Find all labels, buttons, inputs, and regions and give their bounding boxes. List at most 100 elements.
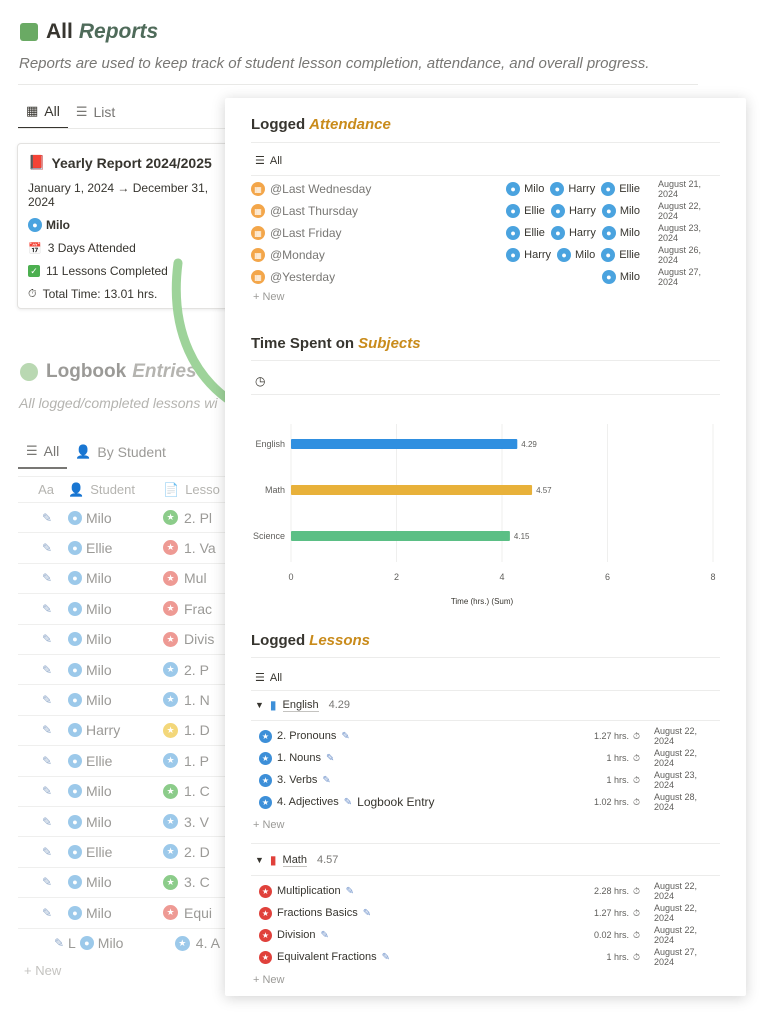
person-icon: 👤 bbox=[68, 481, 85, 497]
student-name[interactable]: Milo bbox=[524, 183, 544, 195]
time-spent-heading: Time Spent on Subjects bbox=[251, 335, 421, 352]
student-name[interactable]: Milo bbox=[620, 271, 640, 283]
row-student: ● Milo bbox=[68, 783, 163, 799]
student-name[interactable]: Ellie bbox=[524, 205, 545, 217]
attendance-day: @Last Wednesday bbox=[270, 182, 372, 196]
document-icon: 📄 bbox=[163, 481, 180, 497]
divider bbox=[251, 843, 720, 844]
x-tick-label: 0 bbox=[288, 572, 293, 582]
row-lesson: ★ Divis bbox=[163, 631, 214, 647]
logbook-entry-link[interactable]: Logbook Entry bbox=[357, 795, 434, 809]
student-name[interactable]: Harry bbox=[524, 249, 551, 261]
collapse-triangle-icon[interactable]: ▼ bbox=[255, 700, 264, 710]
lesson-title[interactable]: 1. Nouns bbox=[277, 752, 321, 764]
person-icon: ● bbox=[68, 510, 82, 525]
edit-note-icon: ✎ bbox=[41, 692, 52, 707]
attendance-row[interactable]: ▦ @Last Thursday ● Ellie ● Harry ● Milo August 2… bbox=[251, 200, 720, 222]
attendance-row[interactable]: ▦ @Last Friday ● Ellie ● Harry ● Milo August 23,… bbox=[251, 222, 720, 244]
lesson-row[interactable]: ★ Equivalent Fractions ✎ 1 hrs. ⏱ August 27, … bbox=[259, 946, 716, 968]
table-row[interactable]: ✎ ● Ellie ★ 1. P bbox=[18, 745, 228, 775]
lesson-row[interactable]: ★ 1. Nouns ✎ 1 hrs. ⏱ August 22, 2024 bbox=[259, 747, 716, 769]
lesson-row[interactable]: ★ 4. Adjectives ✎ Logbook Entry 1.02 hrs. ⏱ Au… bbox=[259, 791, 716, 813]
lesson-hours: 0.02 hrs. bbox=[593, 930, 629, 940]
student-name[interactable]: Harry bbox=[569, 205, 596, 217]
lesson-hours: 2.28 hrs. bbox=[593, 886, 629, 896]
edit-note-icon: ✎ bbox=[53, 936, 64, 951]
attendance-view-all[interactable]: ☰ All bbox=[255, 154, 282, 168]
table-row[interactable]: ✎ ● Milo ★ 2. P bbox=[18, 654, 228, 684]
student-name[interactable]: Milo bbox=[620, 205, 640, 217]
logbook-tabs: ☰ All 👤 By Student bbox=[18, 443, 174, 469]
table-row[interactable]: ✎ ● Ellie ★ 1. Va bbox=[18, 532, 228, 562]
lesson-row[interactable]: ★ Multiplication ✎ 2.28 hrs. ⏱ August 22, 202… bbox=[259, 880, 716, 902]
table-row[interactable]: ✎ ● Milo ★ 2. Pl bbox=[18, 502, 228, 532]
tab-reports-all[interactable]: ▦ All bbox=[18, 103, 68, 129]
lesson-group-english[interactable]: ▼ ▮ English 4.29 bbox=[255, 698, 350, 712]
tab-logbook-by-student[interactable]: 👤 By Student bbox=[67, 443, 174, 469]
x-tick-label: 8 bbox=[710, 572, 715, 582]
table-row[interactable]: ✎ ● Milo ★ 1. N bbox=[18, 684, 228, 714]
lesson-title[interactable]: Multiplication bbox=[277, 885, 341, 897]
lesson-hours: 1 hrs. bbox=[606, 952, 629, 962]
table-row[interactable]: ✎ ● Milo ★ 3. V bbox=[18, 806, 228, 836]
student-name[interactable]: Milo bbox=[575, 249, 595, 261]
chart-view-tab[interactable]: ◷ bbox=[255, 374, 270, 388]
table-row[interactable]: ✎ ● Ellie ★ 2. D bbox=[18, 836, 228, 866]
lesson-row[interactable]: ★ 3. Verbs ✎ 1 hrs. ⏱ August 23, 2024 bbox=[259, 769, 716, 791]
collapse-triangle-icon[interactable]: ▼ bbox=[255, 855, 264, 865]
book-icon: ▮ bbox=[269, 698, 277, 712]
row-lesson: ★ 2. P bbox=[163, 662, 209, 678]
table-row[interactable]: ✎ L ● Milo ★ 4. A bbox=[18, 927, 228, 958]
yearly-report-card[interactable]: 📕 Yearly Report 2024/2025 January 1, 202… bbox=[17, 143, 232, 309]
student-name[interactable]: Ellie bbox=[619, 183, 640, 195]
row-student: ● Milo bbox=[68, 814, 163, 830]
star-badge-icon: ★ bbox=[163, 662, 178, 677]
calendar-icon: ▦ bbox=[251, 270, 265, 284]
table-row[interactable]: ✎ ● Harry ★ 1. D bbox=[18, 714, 228, 745]
table-row[interactable]: ✎ ● Milo ★ Frac bbox=[18, 593, 228, 623]
lesson-title[interactable]: Fractions Basics bbox=[277, 907, 358, 919]
attendance-row[interactable]: ▦ @Last Wednesday ● Milo ● Harry ● Ellie August … bbox=[251, 178, 720, 200]
person-icon: ● bbox=[506, 248, 521, 262]
lessons-new-button[interactable]: + New bbox=[253, 974, 285, 986]
lesson-title[interactable]: Division bbox=[277, 929, 316, 941]
reports-heading: All Reports bbox=[20, 20, 158, 44]
student-name[interactable]: Harry bbox=[569, 227, 596, 239]
star-badge-icon: ★ bbox=[163, 874, 178, 890]
row-student: ● Ellie bbox=[68, 753, 163, 769]
table-row[interactable]: ✎ ● Milo ★ 3. C bbox=[18, 866, 228, 897]
tab-logbook-all[interactable]: ☰ All bbox=[18, 443, 68, 469]
edit-note-icon: ✎ bbox=[322, 774, 331, 786]
attendance-row[interactable]: ▦ @Yesterday ● Milo August 27, 2024 bbox=[251, 266, 720, 288]
lesson-date: August 22, 2024 bbox=[654, 748, 698, 768]
lesson-row[interactable]: ★ Fractions Basics ✎ 1.27 hrs. ⏱ August 22, 2… bbox=[259, 902, 716, 924]
lesson-title[interactable]: 2. Pronouns bbox=[277, 730, 336, 742]
attendance-new-button[interactable]: + New bbox=[253, 291, 285, 303]
lesson-title[interactable]: 4. Adjectives bbox=[277, 796, 339, 808]
table-row[interactable]: ✎ ● Milo ★ Mul bbox=[18, 562, 228, 593]
lesson-group-math[interactable]: ▼ ▮ Math 4.57 bbox=[255, 853, 338, 867]
attendance-day: @Last Friday bbox=[270, 226, 342, 240]
tab-reports-list[interactable]: ☰ List bbox=[68, 103, 123, 129]
lessons-view-all[interactable]: ☰ All bbox=[255, 671, 282, 685]
lesson-row[interactable]: ★ 2. Pronouns ✎ 1.27 hrs. ⏱ August 22, 2024 bbox=[259, 725, 716, 747]
person-icon: ● bbox=[550, 226, 565, 240]
lessons-new-button[interactable]: + New bbox=[253, 819, 285, 831]
student-name[interactable]: Ellie bbox=[619, 249, 640, 261]
lesson-row[interactable]: ★ Division ✎ 0.02 hrs. ⏱ August 22, 2024 bbox=[259, 924, 716, 946]
table-row[interactable]: ✎ ● Milo ★ Divis bbox=[18, 623, 228, 654]
header-student: 👤 Student bbox=[68, 481, 136, 498]
row-student: ● Milo bbox=[68, 905, 163, 921]
attendance-row[interactable]: ▦ @Monday ● Harry ● Milo ● Ellie August 26, 2024 bbox=[251, 244, 720, 266]
lesson-title[interactable]: 3. Verbs bbox=[277, 774, 317, 786]
divider bbox=[251, 360, 720, 361]
person-icon: ● bbox=[68, 601, 82, 616]
student-name[interactable]: Harry bbox=[568, 183, 595, 195]
table-row[interactable]: ✎ ● Milo ★ 1. C bbox=[18, 775, 228, 806]
logbook-new-button[interactable]: + New bbox=[24, 963, 61, 978]
table-row[interactable]: ✎ ● Milo ★ Equi bbox=[18, 897, 228, 927]
student-name[interactable]: Milo bbox=[620, 227, 640, 239]
row-student: ● Milo bbox=[68, 601, 163, 617]
lesson-title[interactable]: Equivalent Fractions bbox=[277, 951, 377, 963]
student-name[interactable]: Ellie bbox=[524, 227, 545, 239]
